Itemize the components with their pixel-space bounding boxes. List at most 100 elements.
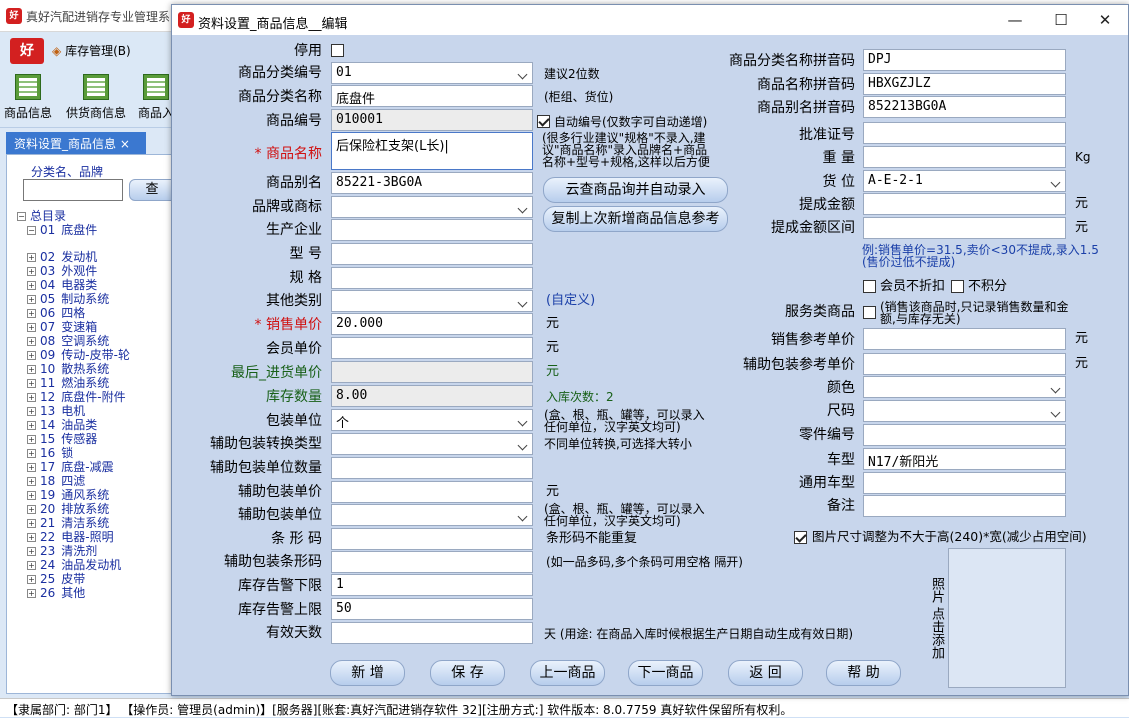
aux-convert-select[interactable]	[331, 433, 533, 455]
spec-input[interactable]	[331, 267, 533, 289]
image-resize-checkbox[interactable]	[794, 531, 807, 544]
search-input[interactable]	[23, 179, 123, 201]
tree-item[interactable]: +14 油品类	[17, 418, 167, 432]
manufacturer-input[interactable]	[331, 219, 533, 241]
category-code-select[interactable]: 01	[331, 62, 533, 84]
pack-unit-select[interactable]: 个	[331, 409, 533, 431]
name-pinyin-input[interactable]: HBXGZJLZ	[863, 73, 1066, 95]
tree-item[interactable]: +15 传感器	[17, 432, 167, 446]
expand-icon[interactable]: +	[27, 575, 36, 584]
tree-item[interactable]: +19 通风系统	[17, 488, 167, 502]
expand-icon[interactable]: +	[27, 309, 36, 318]
expand-icon[interactable]: +	[27, 463, 36, 472]
prev-item-button[interactable]: 上一商品	[530, 660, 605, 686]
barcode-input[interactable]	[331, 528, 533, 550]
vehicle-input[interactable]: N17/新阳光	[863, 448, 1066, 470]
tree-item[interactable]: +20 排放系统	[17, 502, 167, 516]
tree-item[interactable]: +26 其他	[17, 586, 167, 600]
expand-icon[interactable]: +	[27, 561, 36, 570]
tree-item[interactable]: +07 变速箱	[17, 320, 167, 334]
photo-box[interactable]	[948, 548, 1066, 688]
expand-icon[interactable]: +	[27, 281, 36, 290]
tree-item[interactable]: +04 电器类	[17, 278, 167, 292]
minimize-button[interactable]: —	[992, 5, 1038, 35]
member-price-input[interactable]	[331, 337, 533, 359]
tree-item[interactable]: +18 四滤	[17, 474, 167, 488]
tree-item[interactable]: +05 制动系统	[17, 292, 167, 306]
new-button[interactable]: 新 增	[330, 660, 405, 686]
save-button[interactable]: 保 存	[430, 660, 505, 686]
aux-unit-select[interactable]	[331, 504, 533, 526]
aux-ref-price-input[interactable]	[863, 353, 1066, 375]
maximize-button[interactable]: ☐	[1038, 5, 1084, 35]
alias-pinyin-input[interactable]: 852213BG0A	[863, 96, 1066, 118]
next-item-button[interactable]: 下一商品	[628, 660, 703, 686]
toolbar-supplier-info[interactable]: 供货商信息	[62, 68, 130, 121]
expand-icon[interactable]: +	[27, 477, 36, 486]
expand-icon[interactable]: +	[27, 379, 36, 388]
tree-root[interactable]: − 总目录	[17, 209, 167, 223]
collapse-icon[interactable]: −	[27, 226, 36, 235]
expand-icon[interactable]: +	[27, 533, 36, 542]
expand-icon[interactable]: +	[27, 253, 36, 262]
cloud-lookup-button[interactable]: 云查商品询并自动录入	[543, 177, 728, 203]
commission-range-input[interactable]	[863, 217, 1066, 239]
tree-item[interactable]: +23 清洗剂	[17, 544, 167, 558]
expand-icon[interactable]: +	[27, 295, 36, 304]
tree-item[interactable]: +22 电器-照明	[17, 530, 167, 544]
alias-input[interactable]: 85221-3BG0A	[331, 172, 533, 194]
expand-icon[interactable]: +	[27, 365, 36, 374]
help-button[interactable]: 帮 助	[826, 660, 901, 686]
ref-price-input[interactable]	[863, 328, 1066, 350]
part-no-input[interactable]	[863, 424, 1066, 446]
aux-qty-input[interactable]	[331, 457, 533, 479]
aux-price-input[interactable]	[331, 481, 533, 503]
tree-item[interactable]: +12 底盘件-附件	[17, 390, 167, 404]
service-checkbox[interactable]	[863, 306, 876, 319]
tree-item[interactable]: +16 锁	[17, 446, 167, 460]
remark-input[interactable]	[863, 495, 1066, 517]
product-name-input[interactable]: 后保险杠支架(L长)|	[331, 132, 533, 170]
location-select[interactable]: A-E-2-1	[863, 170, 1066, 192]
expand-icon[interactable]: +	[27, 519, 36, 528]
expand-icon[interactable]: +	[27, 393, 36, 402]
toolbar-product-info[interactable]: 商品信息	[0, 68, 56, 121]
expand-icon[interactable]: +	[27, 491, 36, 500]
no-discount-checkbox[interactable]	[863, 280, 876, 293]
expand-icon[interactable]: +	[27, 323, 36, 332]
tree-item[interactable]: +24 油品发动机	[17, 558, 167, 572]
tree-item[interactable]: +13 电机	[17, 404, 167, 418]
stock-high-input[interactable]: 50	[331, 598, 533, 620]
tree-item[interactable]: −01 底盘件	[17, 223, 167, 250]
expand-icon[interactable]: +	[27, 435, 36, 444]
category-name-input[interactable]: 底盘件	[331, 85, 533, 107]
valid-days-input[interactable]	[331, 622, 533, 644]
tree-item[interactable]: +09 传动-皮带-轮	[17, 348, 167, 362]
size-select[interactable]	[863, 400, 1066, 422]
tree-item[interactable]: +21 清洁系统	[17, 516, 167, 530]
approval-no-input[interactable]	[863, 122, 1066, 144]
expand-icon[interactable]: +	[27, 449, 36, 458]
expand-icon[interactable]: +	[27, 337, 36, 346]
disabled-checkbox[interactable]	[331, 44, 344, 57]
tree-item[interactable]: +11 燃油系统	[17, 376, 167, 390]
tree-item[interactable]: +10 散热系统	[17, 362, 167, 376]
auto-code-checkbox[interactable]	[537, 115, 550, 128]
tree-item[interactable]: +25 皮带	[17, 572, 167, 586]
expand-icon[interactable]: +	[27, 547, 36, 556]
expand-icon[interactable]: +	[27, 589, 36, 598]
other-category-select[interactable]	[331, 290, 533, 312]
stock-low-input[interactable]: 1	[331, 574, 533, 596]
close-icon[interactable]: ×	[120, 137, 130, 151]
tree-item[interactable]: +06 四格	[17, 306, 167, 320]
tree-item[interactable]: +08 空调系统	[17, 334, 167, 348]
back-button[interactable]: 返 回	[728, 660, 803, 686]
expand-icon[interactable]: +	[27, 505, 36, 514]
aux-barcode-input[interactable]	[331, 551, 533, 573]
expand-icon[interactable]: +	[27, 421, 36, 430]
expand-icon[interactable]: +	[27, 267, 36, 276]
no-points-checkbox[interactable]	[951, 280, 964, 293]
tree-item[interactable]: +17 底盘-减震	[17, 460, 167, 474]
sale-price-input[interactable]: 20.000	[331, 313, 533, 335]
category-pinyin-input[interactable]: DPJ	[863, 49, 1066, 71]
